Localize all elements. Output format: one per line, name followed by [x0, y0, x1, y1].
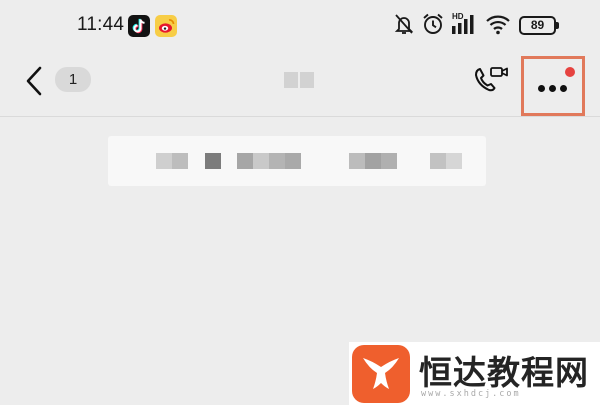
- watermark-url: www.sxhdcj.com: [421, 389, 521, 399]
- system-notice-blurred: [108, 136, 486, 186]
- video-call-button[interactable]: [472, 63, 512, 97]
- whale-tail-logo-icon: [352, 345, 410, 403]
- video-call-icon: [475, 67, 508, 92]
- chat-header: 1: [0, 52, 600, 116]
- notification-dot: [565, 67, 575, 77]
- chat-title-blurred: [284, 72, 316, 88]
- network-badge: HD: [452, 12, 464, 21]
- back-button[interactable]: [22, 64, 48, 98]
- mute-icon: [393, 12, 415, 41]
- unread-count-badge[interactable]: 1: [55, 67, 91, 92]
- header-divider: [0, 116, 600, 117]
- signal-icon: HD: [450, 11, 480, 41]
- tiktok-icon: [128, 15, 150, 37]
- weibo-icon: [155, 15, 177, 37]
- site-watermark: 恒达教程网 www.sxhdcj.com: [349, 342, 600, 405]
- battery-icon: 89: [519, 16, 559, 35]
- wifi-icon: [485, 13, 511, 40]
- watermark-name: 恒达教程网: [419, 353, 589, 392]
- alarm-icon: [421, 12, 445, 41]
- more-options-button[interactable]: [521, 56, 585, 116]
- more-dots-icon: [538, 85, 571, 92]
- status-bar: 11:44 HD 89: [0, 0, 600, 52]
- status-time: 11:44: [77, 14, 125, 35]
- back-arrow-icon: [26, 66, 42, 96]
